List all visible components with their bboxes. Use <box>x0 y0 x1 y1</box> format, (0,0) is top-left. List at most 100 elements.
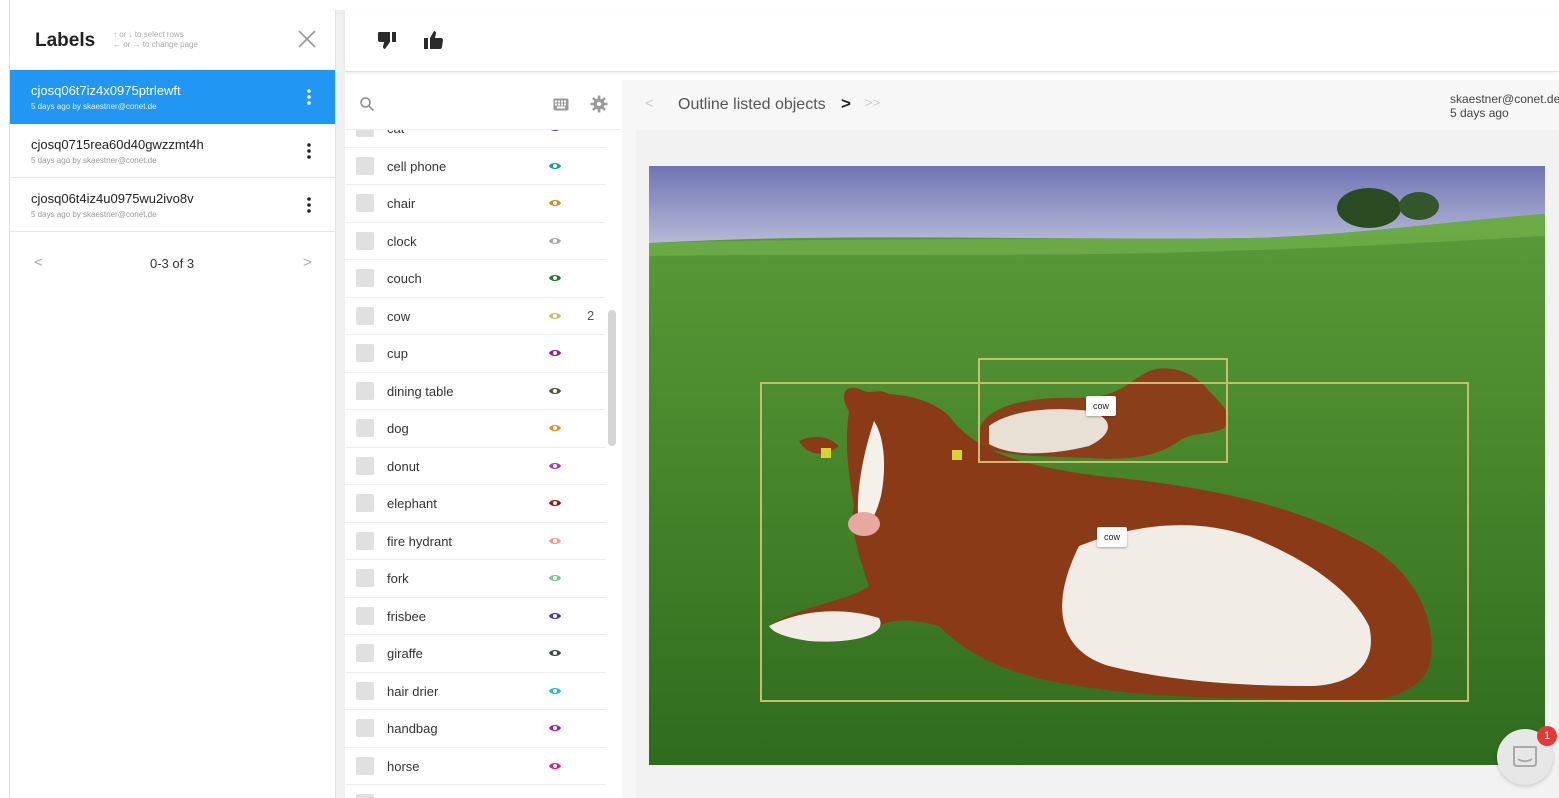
chat-badge: 1 <box>1537 726 1557 746</box>
visibility-icon[interactable] <box>548 347 562 359</box>
visibility-icon[interactable] <box>548 572 562 584</box>
class-row[interactable]: dining table <box>345 373 606 410</box>
class-row[interactable]: cup <box>345 335 606 373</box>
label-row-3[interactable]: cjosq06t4iz4u0975wu2ivo8v 5 days ago by … <box>10 178 335 232</box>
labels-panel: Labels ↑ or ↓ to select rows ← or → to c… <box>10 10 336 798</box>
class-row[interactable]: elephant <box>345 485 606 523</box>
thumbs-up-icon[interactable] <box>421 28 447 52</box>
image-canvas[interactable]: cow cow <box>636 130 1559 798</box>
visibility-icon[interactable] <box>548 235 562 247</box>
class-checkbox[interactable] <box>356 269 374 287</box>
more-vert-icon[interactable] <box>306 142 312 160</box>
class-row[interactable]: donut <box>345 448 606 485</box>
hint-line-2: ← or → to change page <box>113 40 198 49</box>
label-meta: 5 days ago by skaestner@conet.de <box>31 156 157 165</box>
label-row-1[interactable]: cjosq06t7iz4x0975ptrlewft 5 days ago by … <box>10 70 335 124</box>
class-list-scrollbar[interactable] <box>608 310 616 446</box>
visibility-icon[interactable] <box>548 422 562 434</box>
last-task-button[interactable]: >> <box>865 95 880 110</box>
search-icon[interactable] <box>359 96 375 112</box>
next-task-button[interactable]: > <box>841 94 851 114</box>
panel-divider[interactable] <box>336 10 345 798</box>
class-row[interactable]: fork <box>345 560 606 598</box>
class-row[interactable]: clock <box>345 223 606 260</box>
class-row[interactable]: hair drier <box>345 673 606 710</box>
class-row[interactable]: giraffe <box>345 635 606 673</box>
visibility-icon[interactable] <box>548 310 562 322</box>
visibility-icon[interactable] <box>548 610 562 622</box>
class-row[interactable]: fire hydrant <box>345 523 606 560</box>
class-name: horse <box>387 758 420 774</box>
visibility-icon[interactable] <box>548 130 562 134</box>
class-checkbox[interactable] <box>356 756 374 775</box>
visibility-icon[interactable] <box>548 460 562 472</box>
class-name: couch <box>387 271 422 286</box>
more-vert-icon[interactable] <box>306 88 312 106</box>
visibility-icon[interactable] <box>548 197 562 209</box>
class-name: dining table <box>387 383 454 399</box>
class-checkbox[interactable] <box>356 419 374 437</box>
task-bar: < Outline listed objects > >> skaestner@… <box>622 80 1559 130</box>
keyboard-icon[interactable] <box>553 98 569 111</box>
gear-icon[interactable] <box>590 95 608 113</box>
bbox-label: cow <box>1086 396 1117 416</box>
visibility-icon[interactable] <box>548 685 562 697</box>
label-row-2[interactable]: cjosq0715rea60d40gwzzmt4h 5 days ago by … <box>10 124 335 178</box>
labels-pager: < 0-3 of 3 > <box>10 232 335 292</box>
visibility-icon[interactable] <box>548 497 562 509</box>
prev-task-button[interactable]: < <box>645 95 654 112</box>
class-checkbox[interactable] <box>356 381 374 400</box>
class-row[interactable]: chair <box>345 185 606 223</box>
class-checkbox[interactable] <box>356 456 374 475</box>
visibility-icon[interactable] <box>548 160 562 172</box>
class-checkbox[interactable] <box>356 681 374 700</box>
label-meta: 5 days ago by skaestner@conet.de <box>31 210 157 219</box>
close-icon[interactable] <box>296 28 318 50</box>
visibility-icon[interactable] <box>548 722 562 734</box>
visibility-icon[interactable] <box>548 760 562 772</box>
visibility-icon[interactable] <box>548 535 562 547</box>
class-checkbox[interactable] <box>356 344 374 362</box>
class-checkbox[interactable] <box>356 606 374 625</box>
class-checkbox[interactable] <box>356 130 374 137</box>
class-count: 2 <box>587 307 595 323</box>
class-row[interactable]: cell phone <box>345 148 606 185</box>
bbox-label: cow <box>1097 527 1128 547</box>
class-row[interactable]: couch <box>345 260 606 298</box>
class-row[interactable]: dog <box>345 410 606 448</box>
prev-page-button[interactable]: < <box>34 254 43 271</box>
class-checkbox[interactable] <box>356 569 374 587</box>
class-name: cat <box>387 130 404 136</box>
thumbs-down-icon[interactable] <box>376 28 402 52</box>
class-panel: cat cell phone chair clock couch cow 2 cup dinin… <box>345 80 622 798</box>
class-search-bar[interactable] <box>345 80 622 130</box>
class-checkbox[interactable] <box>356 156 374 175</box>
label-id: cjosq06t4iz4u0975wu2ivo8v <box>31 191 194 206</box>
class-row[interactable]: frisbee <box>345 598 606 635</box>
class-row[interactable]: handbag <box>345 710 606 748</box>
class-name: fork <box>387 571 409 586</box>
class-checkbox[interactable] <box>356 306 374 325</box>
task-date: 5 days ago <box>1450 106 1509 120</box>
class-checkbox[interactable] <box>356 194 374 212</box>
class-row[interactable]: cat <box>345 130 606 148</box>
class-name: giraffe <box>387 646 423 661</box>
class-checkbox[interactable] <box>356 719 374 737</box>
more-vert-icon[interactable] <box>306 196 312 214</box>
class-checkbox[interactable] <box>356 794 374 798</box>
class-checkbox[interactable] <box>356 494 374 512</box>
class-name: cell phone <box>387 158 447 174</box>
class-row[interactable]: horse <box>345 748 606 785</box>
class-checkbox[interactable] <box>356 531 374 550</box>
class-name: cup <box>387 346 408 361</box>
class-row[interactable]: cow 2 <box>345 298 606 335</box>
class-row[interactable] <box>345 785 606 798</box>
visibility-icon[interactable] <box>548 647 562 659</box>
next-page-button[interactable]: > <box>303 254 312 271</box>
class-checkbox[interactable] <box>356 231 374 250</box>
class-name: elephant <box>387 496 437 511</box>
class-checkbox[interactable] <box>356 644 374 662</box>
visibility-icon[interactable] <box>548 272 562 284</box>
labels-title: Labels <box>35 30 96 51</box>
visibility-icon[interactable] <box>548 385 562 397</box>
